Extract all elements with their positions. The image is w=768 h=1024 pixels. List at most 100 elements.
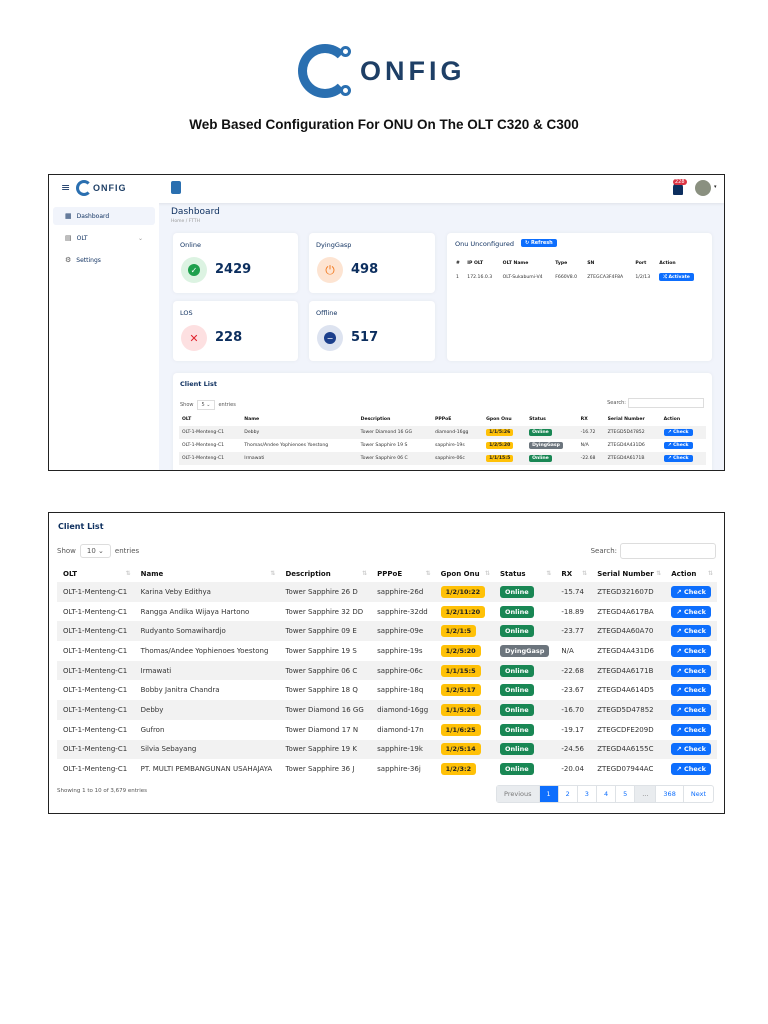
table-cell: 1/2/5:14 — [434, 739, 494, 760]
column-header-rx[interactable]: RX ⇅ — [555, 566, 591, 582]
onu-unconfigured-title: Onu Unconfigured — [455, 240, 514, 248]
onu-unconfigured-table: # IP OLT OLT Name Type SN Port Action 1 172.16.0… — [453, 257, 703, 284]
table-cell: OLT-1-Menteng-C1 — [63, 646, 128, 655]
column-header-serial-number[interactable]: Serial Number — [605, 413, 661, 426]
column-header-status[interactable]: Status ⇅ — [494, 566, 555, 582]
status-badge: Online — [499, 625, 534, 638]
grid-icon: ▦ — [65, 212, 72, 220]
table-row: OLT-1-Menteng-C1 Irmawati Tower Sapphire 0… — [57, 660, 717, 681]
check-button[interactable]: ↗ Check — [671, 644, 711, 657]
check-button[interactable]: ↗ Check — [671, 684, 711, 697]
page-link-1[interactable]: 1 — [538, 786, 558, 802]
column-header-description[interactable]: Description — [358, 413, 432, 426]
column-header-gpon-onu[interactable]: Gpon Onu ⇅ — [435, 566, 494, 582]
check-button[interactable]: ↗ Check — [671, 664, 711, 677]
check-button[interactable]: ↗ Check — [671, 703, 711, 716]
column-header-rx[interactable]: RX — [578, 413, 605, 426]
table-icon: ▤ — [65, 234, 72, 242]
external-link-icon: ↗ — [676, 627, 684, 636]
column-header-pppoe[interactable]: PPPoE ⇅ — [371, 566, 435, 582]
chevron-down-icon[interactable]: ▾ — [714, 184, 717, 190]
search-input[interactable] — [628, 398, 704, 408]
page-link-2[interactable]: 2 — [557, 786, 577, 802]
column-header-action[interactable]: Action — [656, 257, 703, 270]
column-header-name[interactable]: Name ⇅ — [135, 566, 280, 582]
table-cell: -23.67 — [561, 686, 584, 695]
column-header-gpon-onu[interactable]: Gpon Onu — [483, 413, 526, 426]
status-badge: Online — [499, 684, 534, 697]
table-cell: Online — [493, 582, 556, 602]
table-cell: Online — [493, 660, 556, 681]
check-label: Check — [683, 646, 706, 655]
minus-circle-icon: − — [317, 325, 343, 351]
check-button[interactable]: ↗ Check — [663, 429, 693, 436]
table-cell: -23.77 — [555, 621, 592, 642]
page-link-4[interactable]: 4 — [595, 786, 615, 802]
table-cell: -16.70 — [555, 700, 592, 720]
table-cell: ↗ Check — [665, 759, 717, 779]
column-header-olt-name[interactable]: OLT Name — [500, 257, 553, 270]
table-cell: 172.16.0.3 — [467, 274, 493, 280]
check-button[interactable]: ↗ Check — [671, 625, 711, 638]
sidebar-item-settings[interactable]: ⚙ Settings — [53, 251, 155, 269]
avatar[interactable] — [695, 180, 711, 196]
column-header--[interactable]: # — [453, 257, 464, 270]
check-button[interactable]: ↗ Check — [671, 605, 711, 618]
refresh-button[interactable]: ↻ Refresh — [521, 239, 557, 247]
column-header-port[interactable]: Port — [632, 257, 656, 270]
activate-button[interactable]: ⤮ Activate — [659, 273, 694, 281]
check-button[interactable]: ↗ Check — [671, 723, 711, 736]
column-header-serial-number[interactable]: Serial Number ⇅ — [591, 566, 665, 582]
table-cell: -16.72 — [577, 426, 605, 439]
column-header-pppoe[interactable]: PPPoE — [432, 413, 483, 426]
table-cell: -22.68 — [577, 452, 605, 465]
table-cell: Thomas/Andee Yophienoes Yoestong — [140, 646, 269, 655]
column-header-status[interactable]: Status — [526, 413, 578, 426]
check-button[interactable]: ↗ Check — [671, 743, 711, 756]
column-header-olt[interactable]: OLT ⇅ — [57, 566, 135, 582]
top-header: ≡ ONFIG 228 ▾ — [49, 175, 724, 203]
column-header-ip-olt[interactable]: IP OLT — [464, 257, 499, 270]
table-row: 1 172.16.0.3 OLT-Sukabumi-V4 F660V8.0 ZTEGCA… — [453, 270, 703, 284]
table-cell: ZTEGD4A6155C — [591, 739, 666, 760]
table-cell: OLT-1-Menteng-C1 — [179, 426, 242, 439]
sidebar-item-dashboard[interactable]: ▦ Dashboard — [53, 207, 155, 225]
table-cell: -18.89 — [561, 607, 584, 616]
column-header-action[interactable]: Action — [661, 413, 706, 426]
page-link-5[interactable]: 5 — [615, 786, 634, 802]
check-button[interactable]: ↗ Check — [671, 763, 711, 776]
table-cell: OLT-1-Menteng-C1 — [182, 443, 225, 448]
page-link-3[interactable]: 3 — [576, 786, 596, 802]
sort-icon: ⇅ — [362, 570, 368, 577]
check-button[interactable]: ↗ Check — [671, 585, 711, 598]
page-link-next[interactable]: Next — [682, 786, 713, 802]
column-header-description[interactable]: Description ⇅ — [279, 566, 371, 582]
table-cell: sapphire-18q — [377, 686, 424, 695]
column-header-name[interactable]: Name — [241, 413, 357, 426]
page-link-previous[interactable]: Previous — [497, 786, 539, 802]
table-cell: ZTEGCDFE209D — [597, 725, 654, 734]
check-label: Check — [683, 666, 706, 675]
external-link-icon: ↗ — [676, 725, 684, 734]
entries-select[interactable]: 10 ⌄ — [79, 544, 111, 558]
page-link-368[interactable]: 368 — [655, 786, 682, 802]
table-cell: Tower Sapphire 18 Q — [285, 686, 358, 695]
column-header-type[interactable]: Type — [552, 257, 584, 270]
gpon-onu-badge: 1/2/11:20 — [440, 605, 486, 618]
check-button[interactable]: ↗ Check — [663, 442, 693, 449]
column-header-action[interactable]: Action ⇅ — [665, 566, 717, 582]
sidebar-item-olt[interactable]: ▤ OLT ⌄ — [53, 229, 155, 247]
column-header-sn[interactable]: SN — [584, 257, 632, 270]
entries-select[interactable]: 5 ⌄ — [196, 400, 216, 410]
table-cell: ↗ Check — [661, 439, 706, 452]
hamburger-menu-icon[interactable]: ≡ — [61, 181, 70, 194]
status-badge: Online — [499, 703, 534, 716]
gpon-onu-badge: 1/1/5:26 — [440, 703, 481, 716]
check-label: Check — [683, 745, 706, 754]
table-cell: ZTEGD321607D — [591, 582, 666, 602]
check-circle-icon: ✓ — [181, 257, 207, 283]
table-cell: OLT-1-Menteng-C1 — [63, 765, 128, 774]
column-header-olt[interactable]: OLT — [179, 413, 241, 426]
search-input[interactable] — [620, 543, 716, 559]
check-button[interactable]: ↗ Check — [663, 455, 693, 462]
